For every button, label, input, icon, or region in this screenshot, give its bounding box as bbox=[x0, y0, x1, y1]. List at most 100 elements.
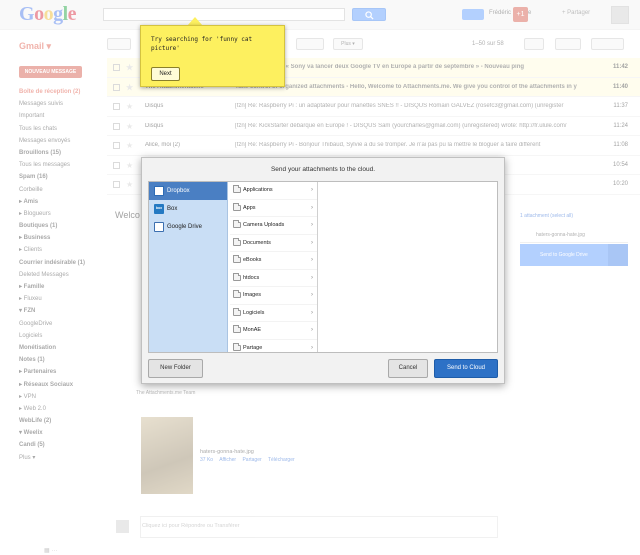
sidebar-item[interactable]: Courrier indésirable (1) bbox=[19, 257, 104, 269]
sidebar-item[interactable]: ▸ Fluxeu bbox=[19, 293, 104, 305]
sidebar-item[interactable]: Brouillons (15) bbox=[19, 147, 104, 159]
plus-one-button[interactable]: +1 bbox=[513, 7, 528, 22]
search-input[interactable] bbox=[103, 8, 345, 21]
provider-list: Dropbox box Box Google Drive bbox=[149, 182, 228, 352]
share-attachment-link[interactable]: Partager bbox=[242, 457, 261, 463]
star-icon[interactable]: ★ bbox=[126, 102, 133, 111]
sidebar-item[interactable]: Notes (1) bbox=[19, 354, 104, 366]
sidebar-item[interactable]: Messages suivis bbox=[19, 98, 104, 110]
attachments-me-button[interactable] bbox=[462, 9, 484, 20]
star-icon[interactable]: ★ bbox=[126, 161, 133, 170]
folder-item[interactable]: Logiciels › bbox=[230, 305, 317, 322]
row-checkbox[interactable] bbox=[113, 103, 120, 110]
sidebar-item[interactable]: ▸ Business bbox=[19, 232, 104, 244]
gmail-menu[interactable]: Gmail ▾ bbox=[19, 41, 51, 52]
folder-label: htdocs bbox=[243, 274, 260, 281]
sidebar-item[interactable]: Boîte de réception (2) bbox=[19, 86, 104, 98]
chevron-right-icon: › bbox=[311, 292, 313, 298]
view-link[interactable]: Afficher bbox=[219, 457, 236, 463]
sidebar-item[interactable]: ▸ Amis bbox=[19, 196, 104, 208]
sidebar-item[interactable]: ▸ VPN bbox=[19, 391, 104, 403]
chat-controls[interactable]: ▦ ··· bbox=[44, 547, 57, 554]
row-checkbox[interactable] bbox=[113, 83, 120, 91]
row-checkbox[interactable] bbox=[113, 142, 120, 149]
sidebar-item[interactable]: ▸ Clients bbox=[19, 244, 104, 256]
upload-icon[interactable] bbox=[608, 244, 628, 266]
folder-item[interactable]: htdocs › bbox=[230, 270, 317, 287]
email-time: 10:54 bbox=[612, 161, 628, 168]
settings-gear-button[interactable] bbox=[591, 38, 624, 50]
labels-dropdown[interactable] bbox=[296, 38, 324, 50]
sidebar-item[interactable]: ▸ Partenaires bbox=[19, 366, 104, 378]
star-icon[interactable]: ★ bbox=[126, 83, 133, 92]
sidebar-item[interactable]: Messages envoyés bbox=[19, 135, 104, 147]
send-to-google-drive-button[interactable]: Send to Google Drive bbox=[520, 244, 609, 266]
send-to-cloud-button[interactable]: Send to Cloud bbox=[434, 359, 498, 378]
star-icon[interactable]: ★ bbox=[126, 63, 133, 72]
folder-item[interactable]: Applications › bbox=[230, 182, 317, 200]
send-to-cloud-dialog: Send your attachments to the cloud. Drop… bbox=[141, 157, 505, 384]
more-dropdown[interactable]: Plus ▾ bbox=[333, 38, 363, 50]
sidebar-item[interactable]: Deleted Messages bbox=[19, 269, 104, 281]
row-checkbox[interactable] bbox=[113, 64, 120, 71]
pagination-count: 1–50 sur 58 bbox=[472, 41, 504, 47]
row-checkbox[interactable] bbox=[113, 122, 120, 130]
sidebar-item[interactable]: Logiciels bbox=[19, 330, 104, 342]
sidebar-item[interactable]: ▸ Blogueurs bbox=[19, 208, 104, 220]
star-icon[interactable]: ★ bbox=[126, 180, 133, 189]
search-button[interactable] bbox=[352, 8, 386, 21]
sidebar-item[interactable]: Tous les messages bbox=[19, 159, 104, 171]
provider-box[interactable]: box Box bbox=[149, 200, 227, 218]
table-row[interactable]: ★ Alice, moi (2) [fzn] Re: Raspberry Pi - … bbox=[107, 136, 640, 156]
sidebar-item[interactable]: ▾ Weelix bbox=[19, 427, 104, 439]
folder-label: eBooks bbox=[243, 257, 262, 263]
sidebar-item[interactable]: ▸ Famille bbox=[19, 281, 104, 293]
attachment-side-file[interactable]: haters-gonna-hate.jpg bbox=[520, 227, 628, 243]
older-button[interactable] bbox=[524, 38, 544, 50]
sidebar-item[interactable]: Candi (5) bbox=[19, 439, 104, 451]
star-icon[interactable]: ★ bbox=[126, 122, 133, 131]
sidebar-item[interactable]: ▸ Web 2.0 bbox=[19, 403, 104, 415]
sidebar-item[interactable]: ▸ Réseaux Sociaux bbox=[19, 379, 104, 391]
sidebar-item[interactable]: WebLife (2) bbox=[19, 415, 104, 427]
sidebar-item[interactable]: Tous les chats bbox=[19, 123, 104, 135]
chevron-right-icon: › bbox=[311, 309, 313, 316]
folder-item[interactable]: eBooks › bbox=[230, 252, 317, 270]
cancel-button[interactable]: Cancel bbox=[388, 359, 428, 378]
sidebar-item[interactable]: Important bbox=[19, 110, 104, 122]
sidebar-item[interactable]: Monétisation bbox=[19, 342, 104, 354]
sidebar-item[interactable]: ▾ FZN bbox=[19, 305, 104, 317]
row-checkbox[interactable] bbox=[113, 161, 120, 169]
folder-item[interactable]: Documents › bbox=[230, 235, 317, 252]
folder-icon bbox=[233, 307, 241, 316]
new-folder-button[interactable]: New Folder bbox=[148, 359, 203, 378]
star-icon[interactable]: ★ bbox=[126, 141, 133, 150]
email-subject: [fzn] Re: Raspberry Pi - Bonjour Thibaud… bbox=[235, 142, 541, 148]
sidebar-item[interactable]: Spam (16) bbox=[19, 171, 104, 183]
sidebar-item[interactable]: Boutiques (1) bbox=[19, 220, 104, 232]
download-link[interactable]: Télécharger bbox=[268, 457, 295, 463]
provider-dropbox[interactable]: Dropbox bbox=[149, 182, 227, 200]
provider-label: Dropbox bbox=[167, 188, 190, 194]
email-subject: Take control of organized attachments - … bbox=[235, 83, 577, 90]
share-link[interactable]: + Partager bbox=[562, 10, 590, 16]
folder-item[interactable]: Apps › bbox=[230, 200, 317, 217]
attachments-header[interactable]: 1 attachment (select all) bbox=[520, 213, 628, 219]
attachment-thumbnail[interactable] bbox=[141, 417, 193, 494]
avatar[interactable] bbox=[611, 6, 629, 24]
table-row[interactable]: ★ Disqus [fzn] Re: Raspberry Pi : un adapt… bbox=[107, 97, 640, 117]
sidebar-item[interactable]: Corbeille bbox=[19, 184, 104, 196]
tooltip-next-button[interactable]: Next bbox=[151, 67, 180, 81]
table-row[interactable]: ★ Disqus [fzn] Re: KickStarter débarque en… bbox=[107, 116, 640, 136]
folder-item[interactable]: Images › bbox=[230, 287, 317, 305]
sidebar-item[interactable]: Plus ▾ bbox=[19, 452, 104, 464]
sidebar-item[interactable]: GoogleDrive bbox=[19, 318, 104, 330]
folder-item[interactable]: Camera Uploads › bbox=[230, 217, 317, 235]
view-dropdown[interactable] bbox=[555, 38, 581, 50]
compose-button[interactable]: NOUVEAU MESSAGE bbox=[19, 66, 82, 78]
folder-item[interactable]: MonAE › bbox=[230, 322, 317, 340]
select-checkbox-dropdown[interactable] bbox=[107, 38, 131, 50]
row-checkbox[interactable] bbox=[113, 181, 120, 188]
provider-gdrive[interactable]: Google Drive bbox=[149, 218, 227, 236]
folder-item[interactable]: Partage › bbox=[230, 340, 317, 353]
